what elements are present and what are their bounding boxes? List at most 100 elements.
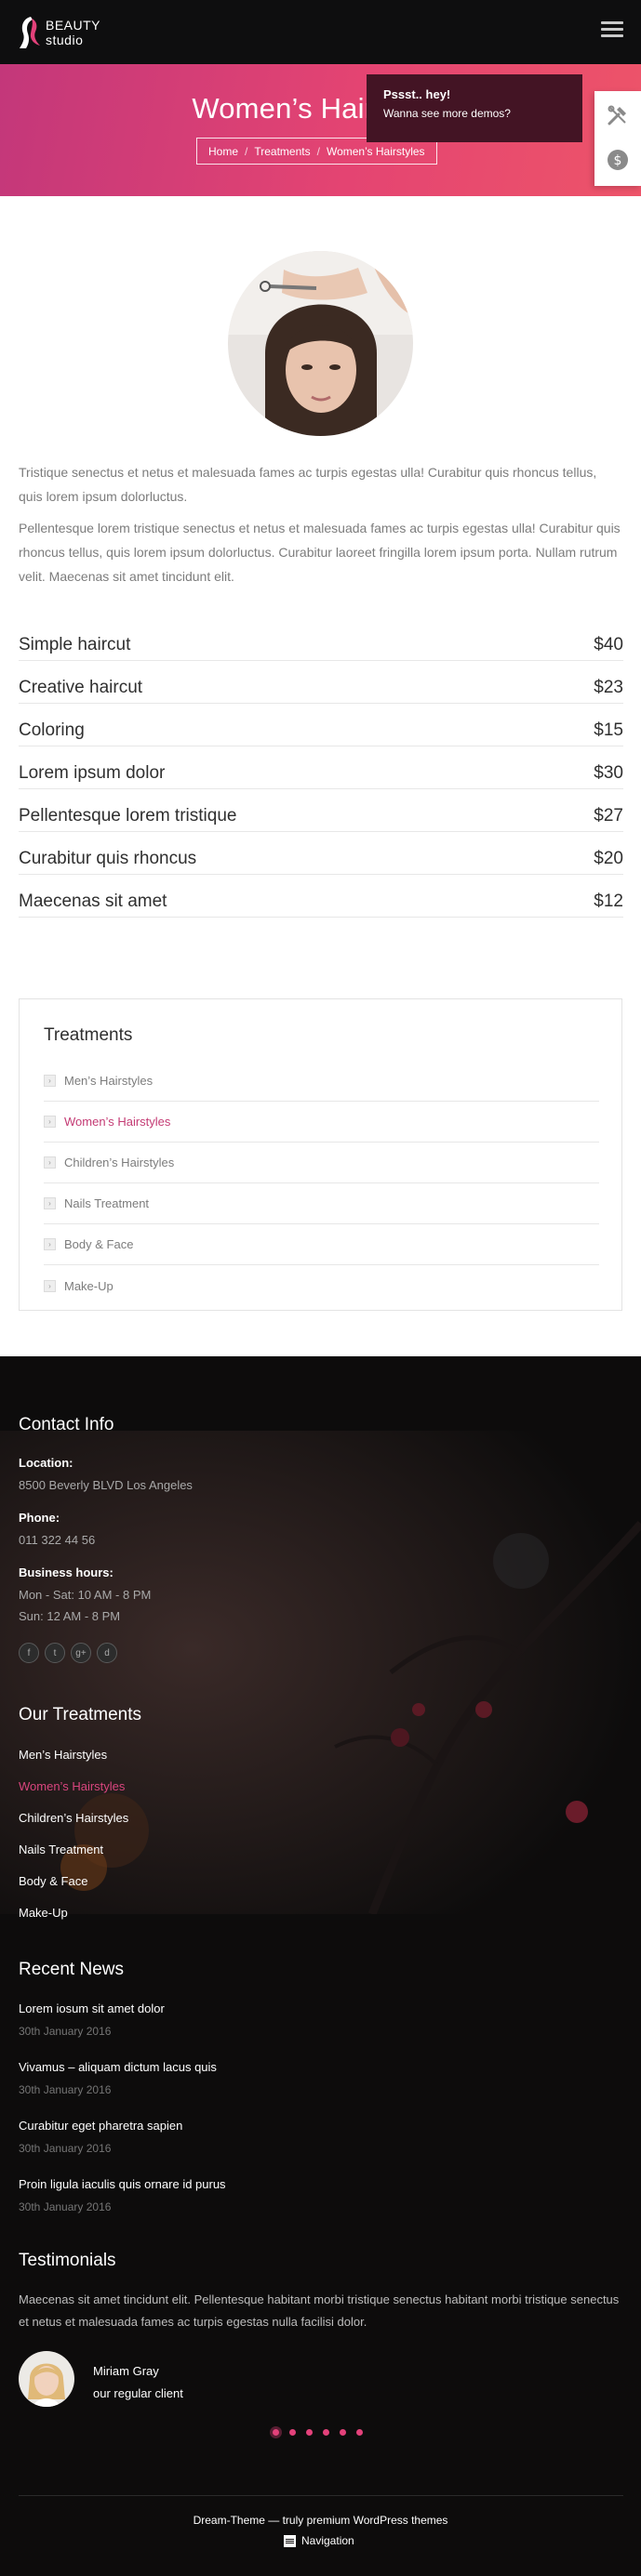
popup-heading: Pssst.. hey! — [383, 87, 451, 101]
price-item-name: Maecenas sit amet — [19, 891, 167, 911]
footer-divider — [19, 2495, 623, 2496]
breadcrumb-treatments[interactable]: Treatments — [254, 145, 310, 158]
breadcrumb-separator: / — [316, 144, 320, 158]
chevron-right-icon: › — [44, 1279, 56, 1292]
widget-item-body-face[interactable]: › Body & Face — [44, 1224, 599, 1265]
news-item-title[interactable]: Curabitur eget pharetra sapien — [19, 2119, 182, 2133]
logo-line2: studio — [46, 33, 84, 47]
location-value: 8500 Beverly BLVD Los Angeles — [19, 1478, 193, 1492]
hours-weekdays: Mon - Sat: 10 AM - 8 PM — [19, 1588, 152, 1602]
our-treatments-title: Our Treatments — [19, 1705, 141, 1724]
widget-item-label: Body & Face — [64, 1237, 134, 1251]
widget-item-nails-treatment[interactable]: › Nails Treatment — [44, 1183, 599, 1224]
intro-paragraph-1: Tristique senectus et netus et malesuada… — [19, 465, 597, 504]
phone-label: Phone: — [19, 1511, 60, 1525]
widget-item-label: Make-Up — [64, 1278, 114, 1293]
copyright-text: Dream-Theme — truly premium WordPress th… — [193, 2514, 448, 2527]
testimonial-name: Miriam Gray — [93, 2364, 159, 2378]
widget-item-label: Nails Treatment — [64, 1196, 150, 1210]
recent-news-title: Recent News — [19, 1960, 124, 1979]
price-row: Pellentesque lorem tristique $27 — [19, 800, 623, 832]
footer-link-nails-treatment[interactable]: Nails Treatment — [19, 1843, 103, 1856]
social-links: f t g+ d — [19, 1643, 117, 1663]
testimonial-avatar — [19, 2351, 74, 2407]
navigation-label: Navigation — [301, 2534, 354, 2547]
chevron-right-icon: › — [44, 1238, 56, 1250]
footer-link-mens-hairstyles[interactable]: Men’s Hairstyles — [19, 1748, 107, 1762]
price-row: Curabitur quis rhoncus $20 — [19, 843, 623, 875]
news-item-title[interactable]: Lorem iosum sit amet dolor — [19, 2001, 165, 2015]
footer-link-make-up[interactable]: Make-Up — [19, 1906, 68, 1920]
dollar-icon[interactable]: $ — [607, 149, 629, 171]
contact-info-title: Contact Info — [19, 1415, 114, 1434]
price-item-name: Curabitur quis rhoncus — [19, 848, 197, 868]
news-item-date: 30th January 2016 — [19, 2142, 112, 2155]
footer-link-childrens-hairstyles[interactable]: Children’s Hairstyles — [19, 1811, 128, 1825]
hours-label: Business hours: — [19, 1565, 114, 1579]
widget-item-womens-hairstyles[interactable]: › Women’s Hairstyles — [44, 1102, 599, 1143]
testimonial-role: our regular client — [93, 2386, 183, 2400]
popup-text: Wanna see more demos? — [383, 107, 511, 120]
intro-paragraph-2: Pellentesque lorem tristique senectus et… — [19, 521, 621, 584]
logo-icon[interactable] — [18, 15, 42, 50]
slider-dot[interactable] — [356, 2429, 363, 2436]
price-item-price: $12 — [594, 891, 623, 911]
top-bar: BEAUTY studio — [0, 0, 641, 64]
treatment-image — [228, 251, 413, 436]
dribbble-icon[interactable]: d — [97, 1643, 117, 1663]
bottom-navigation-button[interactable]: Navigation — [284, 2534, 354, 2547]
breadcrumb-separator: / — [245, 144, 248, 158]
news-item-title[interactable]: Proin ligula iaculis quis ornare id puru… — [19, 2177, 226, 2191]
widget-item-label: Children’s Hairstyles — [64, 1156, 175, 1169]
price-item-price: $20 — [594, 848, 623, 868]
slider-dot[interactable] — [323, 2429, 329, 2436]
price-item-name: Pellentesque lorem tristique — [19, 805, 237, 826]
slider-dot[interactable] — [340, 2429, 346, 2436]
facebook-icon[interactable]: f — [19, 1643, 39, 1663]
chevron-right-icon: › — [44, 1156, 56, 1169]
slider-dot[interactable] — [306, 2429, 313, 2436]
price-item-name: Coloring — [19, 720, 85, 740]
widget-item-childrens-hairstyles[interactable]: › Children’s Hairstyles — [44, 1143, 599, 1183]
tools-icon[interactable] — [607, 104, 629, 126]
footer-link-womens-hairstyles[interactable]: Women’s Hairstyles — [19, 1779, 125, 1793]
widget-item-make-up[interactable]: › Make-Up — [44, 1265, 599, 1306]
google-plus-icon[interactable]: g+ — [71, 1643, 91, 1663]
chevron-right-icon: › — [44, 1197, 56, 1209]
hours-sunday: Sun: 12 AM - 8 PM — [19, 1609, 121, 1623]
chevron-right-icon: › — [44, 1075, 56, 1087]
price-item-name: Simple haircut — [19, 634, 131, 654]
news-item-date: 30th January 2016 — [19, 2200, 112, 2213]
slider-dot[interactable] — [289, 2429, 296, 2436]
news-item-date: 30th January 2016 — [19, 2025, 112, 2038]
price-item-price: $27 — [594, 805, 623, 826]
breadcrumb-current: Women’s Hairstyles — [326, 144, 425, 158]
price-row: Lorem ipsum dolor $30 — [19, 758, 623, 789]
slider-dot[interactable] — [273, 2429, 279, 2436]
widget-item-label: Women’s Hairstyles — [64, 1115, 171, 1129]
news-item-title[interactable]: Vivamus – aliquam dictum lacus quis — [19, 2060, 217, 2074]
price-item-price: $15 — [594, 720, 623, 740]
widget-item-mens-hairstyles[interactable]: › Men’s Hairstyles — [44, 1061, 599, 1102]
price-item-name: Lorem ipsum dolor — [19, 762, 166, 783]
chevron-right-icon: › — [44, 1116, 56, 1128]
treatments-widget: Treatments › Men’s Hairstyles › Women’s … — [19, 998, 622, 1311]
widget-title: Treatments — [44, 1025, 133, 1045]
news-item-date: 30th January 2016 — [19, 2083, 112, 2096]
demos-popup[interactable]: Pssst.. hey! Wanna see more demos? — [367, 74, 582, 142]
logo-text[interactable]: BEAUTY studio — [46, 18, 100, 47]
footer-link-body-face[interactable]: Body & Face — [19, 1874, 87, 1888]
price-row: Maecenas sit amet $12 — [19, 886, 623, 918]
phone-value: 011 322 44 56 — [19, 1533, 96, 1547]
testimonial-text: Maecenas sit amet tincidunt elit. Pellen… — [19, 2292, 620, 2329]
hamburger-icon[interactable] — [601, 21, 623, 42]
price-row: Creative haircut $23 — [19, 672, 623, 704]
testimonials-title: Testimonials — [19, 2251, 116, 2270]
menu-icon — [284, 2534, 296, 2547]
price-row: Simple haircut $40 — [19, 629, 623, 661]
logo-line1: BEAUTY — [46, 18, 101, 33]
breadcrumb-home[interactable]: Home — [208, 145, 238, 158]
twitter-icon[interactable]: t — [45, 1643, 65, 1663]
price-item-price: $40 — [594, 634, 623, 654]
side-tools-panel: $ — [594, 91, 641, 186]
